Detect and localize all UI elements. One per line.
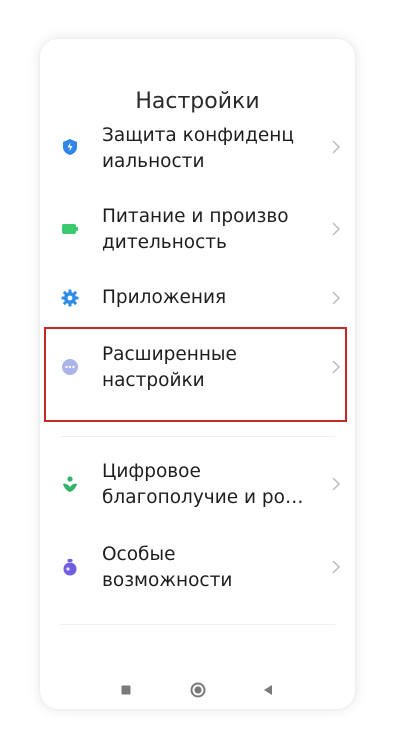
chevron-right-icon [331,290,341,306]
settings-item-accessibility[interactable]: Особые возможности [40,540,355,596]
section-divider [60,436,335,437]
screen: Настройки Защита конфиденц иальности Пит… [0,0,395,749]
page-title: Настройки [135,89,260,114]
home-circle-icon[interactable] [186,678,210,702]
chevron-right-icon [331,476,341,492]
recents-square-icon[interactable] [114,678,138,702]
battery-icon [61,220,79,238]
highlight-frame [44,327,347,422]
settings-item-wellbeing[interactable]: Цифровое благополучие и ро… [40,457,355,513]
system-navbar [40,672,355,708]
chevron-right-icon [331,221,341,237]
settings-item-label: Питание и произво дительность [102,206,289,253]
back-triangle-icon[interactable] [256,678,280,702]
settings-item-label: Приложения [102,287,227,308]
shield-icon [61,138,79,156]
accessibility-icon [61,558,79,576]
settings-item-battery[interactable]: Питание и произво дительность [40,203,355,259]
chevron-right-icon [331,559,341,575]
gear-icon [61,289,79,307]
section-divider [60,624,335,625]
settings-item-privacy[interactable]: Защита конфиденц иальности [40,121,355,177]
settings-item-apps[interactable]: Приложения [40,279,355,319]
settings-item-label: Цифровое благополучие и ро… [102,461,304,508]
chevron-right-icon [331,139,341,155]
settings-item-label: Защита конфиденц иальности [102,125,294,172]
wellbeing-icon [61,475,79,493]
settings-item-label: Особые возможности [102,544,233,591]
